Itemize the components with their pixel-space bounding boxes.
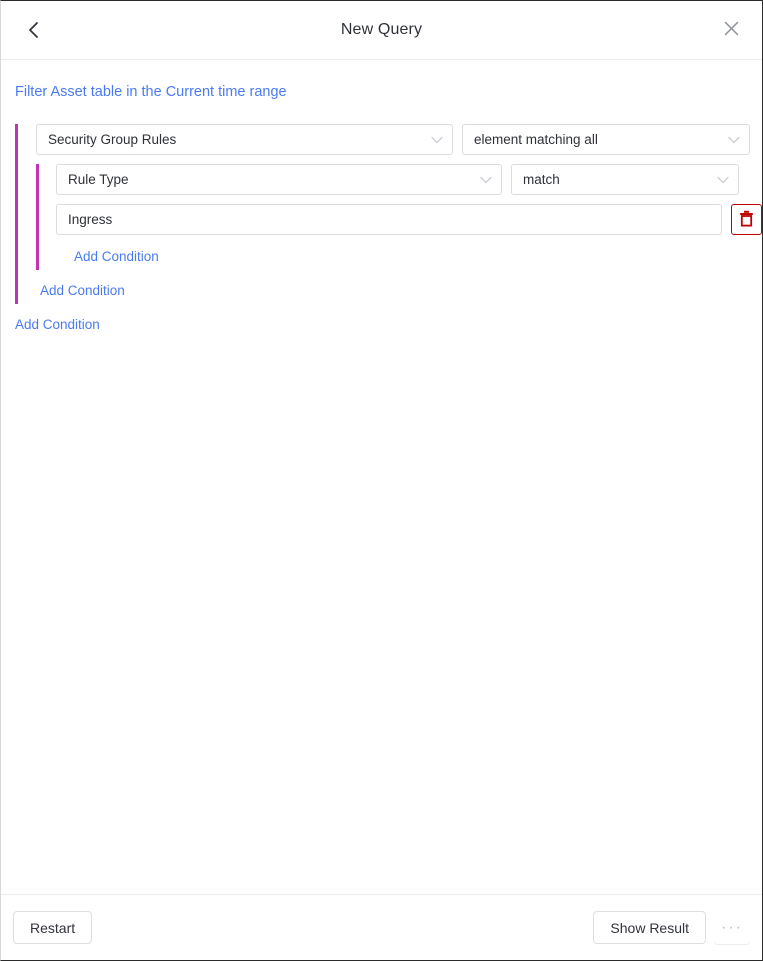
query-group-inner: Rule Type match Ingress Add Condition <box>36 164 762 270</box>
close-x-icon <box>724 21 739 39</box>
operator-select[interactable]: match <box>511 164 739 195</box>
new-query-dialog: New Query Filter Asset table in the Curr… <box>0 0 763 961</box>
quantifier-select-value: element matching all <box>474 132 598 147</box>
chevron-left-icon <box>28 21 39 39</box>
back-button[interactable] <box>19 16 47 44</box>
delete-condition-button[interactable] <box>731 204 762 235</box>
more-options-button[interactable]: ··· <box>714 911 750 944</box>
group-accent-bar-inner <box>36 164 39 270</box>
close-button[interactable] <box>716 15 746 45</box>
group-header-row: Security Group Rules element matching al… <box>36 124 762 155</box>
add-condition-root-link[interactable]: Add Condition <box>15 316 100 338</box>
add-condition-inner-link[interactable]: Add Condition <box>74 248 159 270</box>
restart-button[interactable]: Restart <box>13 911 93 944</box>
dialog-titlebar: New Query <box>1 1 762 60</box>
chevron-down-icon <box>728 136 740 144</box>
dialog-body: Filter Asset table in the Current time r… <box>1 60 762 894</box>
chevron-down-icon <box>431 136 443 144</box>
show-result-button[interactable]: Show Result <box>593 911 706 944</box>
filter-scope-link[interactable]: Filter Asset table in the Current time r… <box>15 83 287 101</box>
page-title: New Query <box>340 21 423 38</box>
entity-select-value: Security Group Rules <box>48 132 177 147</box>
value-input[interactable]: Ingress <box>56 204 722 235</box>
chevron-down-icon <box>717 176 729 184</box>
quantifier-select[interactable]: element matching all <box>462 124 750 155</box>
add-condition-group-link[interactable]: Add Condition <box>40 282 125 304</box>
condition-row-attribute: Rule Type match <box>56 164 762 195</box>
condition-row-value: Ingress <box>56 204 762 235</box>
group-accent-bar-outer <box>15 124 18 304</box>
query-group-outer: Security Group Rules element matching al… <box>15 124 762 304</box>
attribute-select[interactable]: Rule Type <box>56 164 502 195</box>
chevron-down-icon <box>480 176 492 184</box>
attribute-select-value: Rule Type <box>68 172 129 187</box>
entity-select[interactable]: Security Group Rules <box>36 124 453 155</box>
dialog-footer: Restart Show Result ··· <box>1 894 762 960</box>
ellipsis-icon: ··· <box>721 918 743 936</box>
trash-icon <box>739 210 754 230</box>
operator-select-value: match <box>523 172 560 187</box>
query-builder: Security Group Rules element matching al… <box>1 124 762 338</box>
